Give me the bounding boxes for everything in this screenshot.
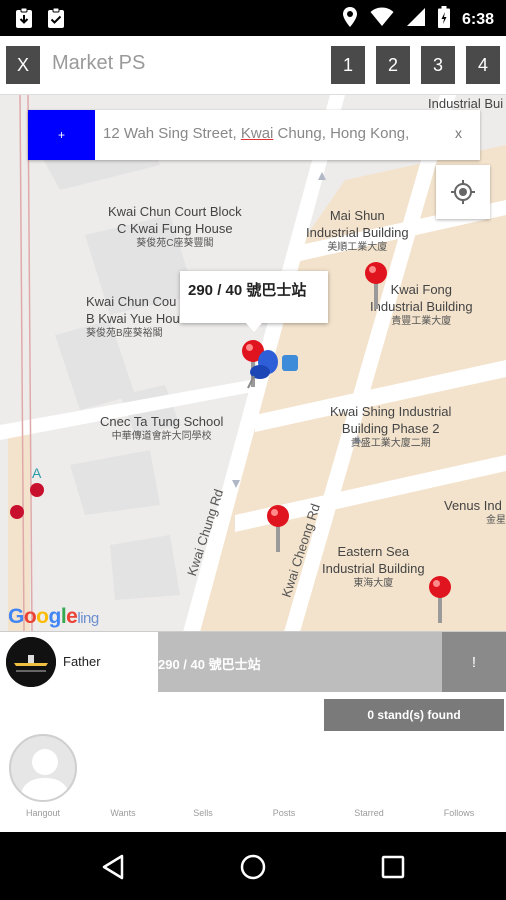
station-label-a: A	[32, 465, 42, 481]
close-button[interactable]: X	[6, 46, 40, 84]
wifi-icon	[370, 7, 394, 32]
selected-stop-name[interactable]: 290 / 40 號巴士站	[158, 632, 442, 692]
user-name[interactable]: Father	[63, 654, 101, 669]
status-bar: 6:38	[0, 0, 506, 36]
my-location-button[interactable]	[436, 165, 490, 219]
location-icon	[342, 6, 358, 33]
number-button-4[interactable]: 4	[466, 46, 500, 84]
market-title-field[interactable]: Market PS	[52, 52, 145, 75]
default-user-icon	[19, 749, 71, 800]
alert-button[interactable]: !	[442, 632, 506, 692]
map-label-kwai-yue-house: Kwai Chun Cou B Kwai Yue House 葵俊苑B座葵裕閣	[86, 294, 194, 339]
map-label-venus: Venus Ind 金星	[444, 498, 506, 526]
system-nav-bar	[0, 832, 506, 900]
tab-follows[interactable]: Follows	[444, 808, 475, 818]
number-button-1[interactable]: 1	[331, 46, 365, 84]
map-pin-icon[interactable]	[364, 261, 388, 311]
user-avatar[interactable]	[6, 637, 56, 687]
battery-icon	[437, 6, 450, 33]
map-label-kwai-shing: Kwai Shing Industrial Building Phase 2 貴…	[330, 404, 452, 449]
selected-stand-row: Father 290 / 40 號巴士站 !	[0, 631, 506, 692]
home-icon[interactable]	[236, 850, 270, 884]
clipboard-check-icon	[46, 7, 66, 34]
back-icon[interactable]	[96, 850, 130, 884]
tab-starred[interactable]: Starred	[354, 808, 384, 818]
blue-pushpin-icon[interactable]	[246, 348, 282, 390]
bus-stop-icon	[282, 355, 298, 371]
tab-hangout[interactable]: Hangout	[26, 808, 60, 818]
status-time: 6:38	[461, 10, 494, 28]
marker-info-window[interactable]: 290 / 40 號巴士站	[180, 271, 328, 332]
recents-icon[interactable]	[376, 850, 410, 884]
mtr-station-icon	[30, 483, 44, 497]
number-button-3[interactable]: 3	[421, 46, 455, 84]
clear-search-button[interactable]: x	[455, 125, 462, 141]
signal-icon	[406, 7, 426, 32]
number-button-group: 1 2 3 4	[331, 46, 500, 84]
map-pin-icon[interactable]	[428, 575, 452, 625]
add-location-button[interactable]: +	[28, 110, 95, 160]
mtr-station-icon	[10, 505, 24, 519]
map-pin-icon[interactable]	[266, 504, 290, 554]
top-toolbar: X Market PS 1 2 3 4	[0, 36, 506, 94]
tab-sells[interactable]: Sells	[193, 808, 213, 818]
app-screen: 6:38 X Market PS 1 2 3 4 Industrial Bui …	[0, 0, 506, 900]
crosshair-icon	[451, 180, 475, 204]
map-label-kwai-fung-house: Kwai Chun Court Block C Kwai Fung House …	[108, 204, 242, 249]
map-label-eastern-sea: Eastern Sea Industrial Building 東海大廈	[322, 544, 425, 589]
map-label-cnec-school: Cnec Ta Tung School 中華傳道會許大同學校	[100, 414, 224, 442]
number-button-2[interactable]: 2	[376, 46, 410, 84]
address-search-card: + 12 Wah Sing Street, Kwai Chung, Hong K…	[28, 110, 480, 160]
bottom-tabs: Hangout Wants Sells Posts Starred Follow…	[0, 806, 506, 830]
clipboard-download-icon	[14, 7, 34, 34]
profile-avatar[interactable]	[9, 734, 77, 802]
map-view[interactable]: Industrial Bui 業大廈 Kwai Chun Court Block…	[0, 94, 506, 631]
stands-found-badge: 0 stand(s) found	[324, 699, 504, 731]
address-search-input[interactable]: 12 Wah Sing Street, Kwai Chung, Hong Kon…	[103, 125, 409, 142]
map-label-mai-shun: Mai Shun Industrial Building 美順工業大廈	[306, 208, 409, 253]
google-logo: Googleling	[8, 605, 99, 628]
tab-posts[interactable]: Posts	[273, 808, 296, 818]
tab-wants[interactable]: Wants	[110, 808, 135, 818]
